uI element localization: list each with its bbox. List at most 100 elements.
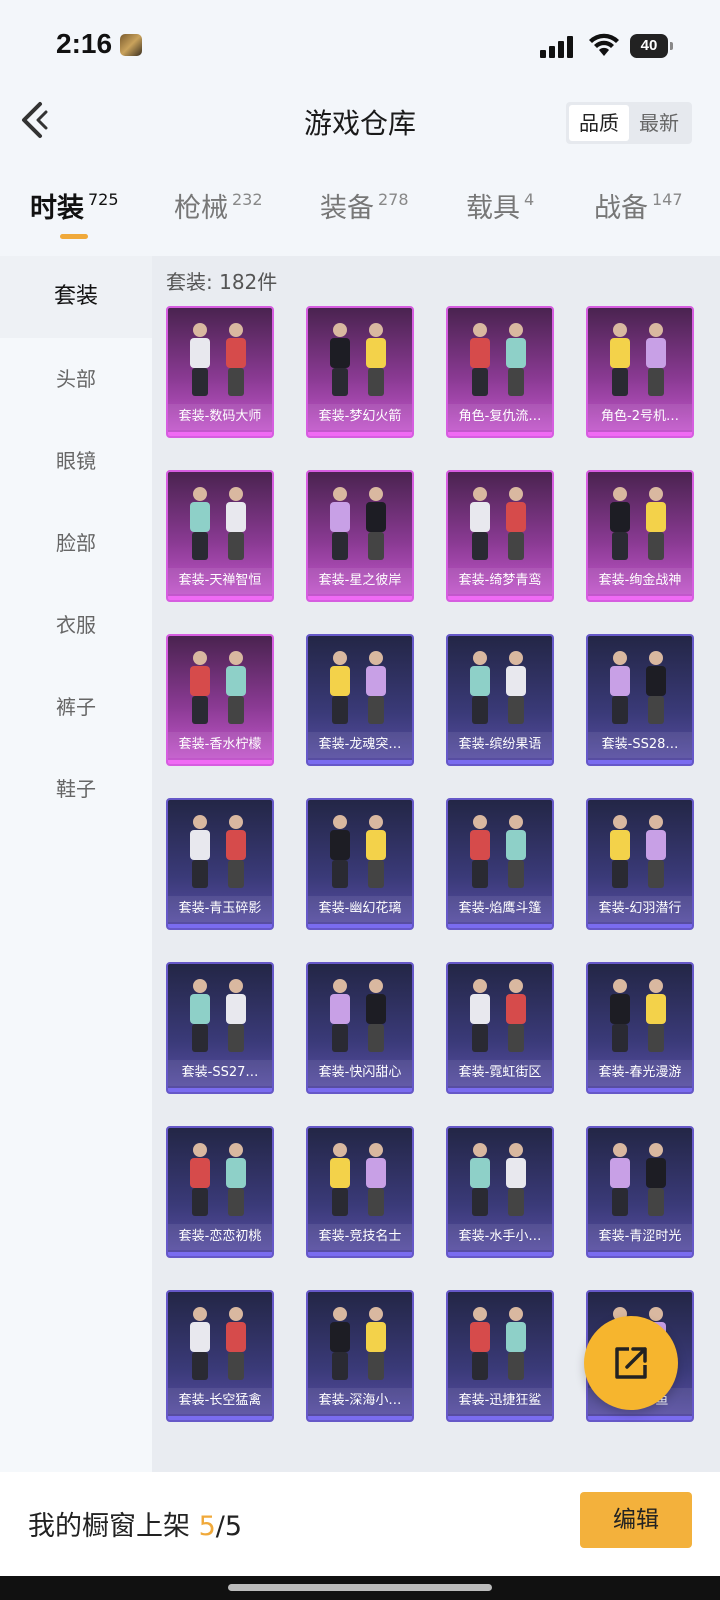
- tab-count: 4: [524, 190, 535, 209]
- outfit-card[interactable]: 套装-SS28…: [586, 634, 694, 766]
- rarity-bar: [308, 760, 412, 764]
- rarity-bar: [448, 432, 552, 436]
- outfit-card[interactable]: 套装-深海小…: [306, 1290, 414, 1422]
- outfit-name: 套装-星之彼岸: [308, 568, 412, 594]
- sidebar-item-suit[interactable]: 套装: [0, 256, 152, 338]
- outfit-card[interactable]: 套装-水手小…: [446, 1126, 554, 1258]
- outfit-card[interactable]: 套装-迅捷狂鲨: [446, 1290, 554, 1422]
- outfit-name: 套装-深海小…: [308, 1388, 412, 1414]
- outfit-name: 套装-长空猛禽: [168, 1388, 272, 1414]
- outfit-card[interactable]: 套装-数码大师: [166, 306, 274, 438]
- rarity-bar: [448, 1416, 552, 1420]
- outfit-figure-icon: [190, 323, 246, 396]
- sidebar-item-head[interactable]: 头部: [0, 338, 152, 420]
- outfit-figure-icon: [190, 815, 246, 888]
- showcase-label: 我的橱窗上架: [28, 1511, 190, 1542]
- outfit-card[interactable]: 角色-复仇流…: [446, 306, 554, 438]
- sidebar-item-glasses[interactable]: 眼镜: [0, 420, 152, 502]
- rarity-bar: [588, 1252, 692, 1256]
- outfit-name: 套装-青玉碎影: [168, 896, 272, 922]
- tab-equipment[interactable]: 装备 278: [320, 186, 409, 246]
- outfit-figure-icon: [610, 815, 666, 888]
- outfit-figure-icon: [610, 1143, 666, 1216]
- outfit-card[interactable]: 角色-2号机…: [586, 306, 694, 438]
- showcase-status: 我的橱窗上架 5/5: [28, 1504, 242, 1543]
- outfit-name: 套装-竞技名士: [308, 1224, 412, 1250]
- rarity-bar: [168, 1252, 272, 1256]
- outfit-name: 套装-快闪甜心: [308, 1060, 412, 1086]
- outfit-card[interactable]: 套装-快闪甜心: [306, 962, 414, 1094]
- outfit-name: 套装-绚金战神: [588, 568, 692, 594]
- rarity-bar: [168, 432, 272, 436]
- outfit-card[interactable]: 套装-香水柠檬: [166, 634, 274, 766]
- item-grid-area: 套装: 182件 套装-数码大师 套装-梦幻火箭 角色-复仇流… 角色-2号机… 套装-…: [152, 256, 720, 1472]
- outfit-card[interactable]: 套装-春光漫游: [586, 962, 694, 1094]
- outfit-card[interactable]: 套装-天禅智恒: [166, 470, 274, 602]
- game-app-icon: [120, 34, 142, 56]
- outfit-name: 套装-绮梦青鸾: [448, 568, 552, 594]
- outfit-figure-icon: [190, 1143, 246, 1216]
- outfit-name: 套装-数码大师: [168, 404, 272, 430]
- outfit-figure-icon: [610, 651, 666, 724]
- outfit-name: 套装-龙魂突…: [308, 732, 412, 758]
- outfit-figure-icon: [330, 1307, 386, 1380]
- outfit-name: 角色-复仇流…: [448, 404, 552, 430]
- outfit-name: 套装-霓虹街区: [448, 1060, 552, 1086]
- tab-guns[interactable]: 枪械 232: [174, 186, 263, 246]
- rarity-bar: [168, 760, 272, 764]
- outfit-card[interactable]: 套装-恋恋初桃: [166, 1126, 274, 1258]
- tab-fashion[interactable]: 时装 725: [30, 186, 119, 246]
- edit-button[interactable]: 编辑: [580, 1492, 692, 1548]
- wifi-icon: [589, 33, 619, 56]
- outfit-card[interactable]: 套装-星之彼岸: [306, 470, 414, 602]
- outfit-name: 套装-迅捷狂鲨: [448, 1388, 552, 1414]
- outfit-card[interactable]: 套装-龙魂突…: [306, 634, 414, 766]
- tab-label: 枪械: [174, 193, 228, 224]
- sort-quality-button[interactable]: 品质: [569, 105, 629, 141]
- outfit-card[interactable]: 套装-SS27…: [166, 962, 274, 1094]
- outfit-figure-icon: [470, 651, 526, 724]
- rarity-bar: [588, 924, 692, 928]
- outfit-card[interactable]: 套装-绚金战神: [586, 470, 694, 602]
- outfit-card[interactable]: 套装-缤纷果语: [446, 634, 554, 766]
- outfit-name: 套装-缤纷果语: [448, 732, 552, 758]
- rarity-bar: [168, 1088, 272, 1092]
- rarity-bar: [448, 924, 552, 928]
- outfit-figure-icon: [610, 323, 666, 396]
- outfit-figure-icon: [610, 487, 666, 560]
- sidebar-item-shoes[interactable]: 鞋子: [0, 748, 152, 830]
- sidebar-item-clothes[interactable]: 衣服: [0, 584, 152, 666]
- outfit-figure-icon: [330, 815, 386, 888]
- sidebar-item-pants[interactable]: 裤子: [0, 666, 152, 748]
- outfit-card[interactable]: 套装-幽幻花璃: [306, 798, 414, 930]
- tab-vehicles[interactable]: 载具 4: [466, 186, 534, 246]
- outfit-card[interactable]: 套装-竞技名士: [306, 1126, 414, 1258]
- outfit-card[interactable]: 套装-青玉碎影: [166, 798, 274, 930]
- outfit-card[interactable]: 套装-绮梦青鸾: [446, 470, 554, 602]
- outfit-card[interactable]: 套装-长空猛禽: [166, 1290, 274, 1422]
- rarity-bar: [308, 596, 412, 600]
- outfit-card[interactable]: 套装-焰鹰斗篷: [446, 798, 554, 930]
- tab-war-supplies[interactable]: 战备 147: [594, 186, 683, 246]
- outfit-name: 套装-水手小…: [448, 1224, 552, 1250]
- outfit-name: 套装-焰鹰斗篷: [448, 896, 552, 922]
- tab-label: 载具: [466, 193, 520, 224]
- tab-label: 时装: [30, 193, 84, 224]
- rarity-bar: [308, 432, 412, 436]
- rarity-bar: [588, 432, 692, 436]
- sidebar-item-face[interactable]: 脸部: [0, 502, 152, 584]
- rarity-bar: [448, 1088, 552, 1092]
- outfit-card[interactable]: 套装-梦幻火箭: [306, 306, 414, 438]
- rarity-bar: [588, 596, 692, 600]
- tab-label: 战备: [594, 193, 648, 224]
- rarity-bar: [168, 1416, 272, 1420]
- outfit-card[interactable]: 套装-幻羽潜行: [586, 798, 694, 930]
- outfit-figure-icon: [330, 1143, 386, 1216]
- outfit-figure-icon: [470, 815, 526, 888]
- sort-toggle: 品质 最新: [566, 102, 692, 144]
- outfit-card[interactable]: 套装-霓虹街区: [446, 962, 554, 1094]
- sort-newest-button[interactable]: 最新: [629, 105, 689, 141]
- share-button[interactable]: [584, 1316, 678, 1410]
- home-indicator: [0, 1576, 720, 1600]
- outfit-card[interactable]: 套装-青涩时光: [586, 1126, 694, 1258]
